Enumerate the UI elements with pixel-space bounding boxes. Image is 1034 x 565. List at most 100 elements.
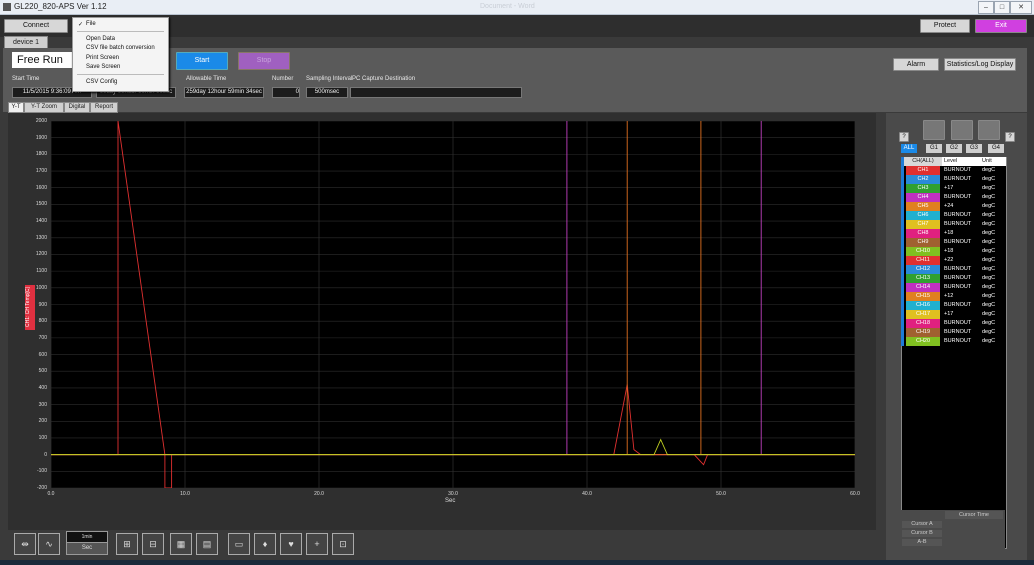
maximize-button[interactable]: □ <box>994 1 1010 14</box>
group-g3-button[interactable]: G3 <box>966 144 982 153</box>
row-unit: degC <box>982 239 996 245</box>
row-channel: CH3 <box>906 184 940 193</box>
group-all-button[interactable]: ALL <box>901 144 917 153</box>
row-channel: CH16 <box>906 301 940 310</box>
row-unit: degC <box>982 203 996 209</box>
row-channel: CH5 <box>906 202 940 211</box>
tab-yt[interactable]: Y-T <box>8 102 24 113</box>
table-row[interactable]: CH14 BURNOUT degC <box>901 283 1005 292</box>
menu-csv-config[interactable]: CSV Config <box>86 79 117 85</box>
group-g2-button[interactable]: G2 <box>946 144 962 153</box>
time-unit-select[interactable]: Sec <box>66 542 108 555</box>
header-unit: Unit <box>980 157 1006 166</box>
scale-expand-icon[interactable]: ⇹ <box>14 533 36 555</box>
y-tick-label: 400 <box>38 384 47 391</box>
capture-destination-field[interactable] <box>350 87 522 98</box>
table-row[interactable]: CH10 +18 degC <box>901 247 1005 256</box>
row-select-swatch <box>901 328 904 337</box>
table-row[interactable]: CH4 BURNOUT degC <box>901 193 1005 202</box>
table-row[interactable]: CH19 BURNOUT degC <box>901 328 1005 337</box>
pin-a-icon[interactable] <box>923 120 945 140</box>
tab-report[interactable]: Report <box>90 102 118 113</box>
waveform-icon[interactable]: ∿ <box>38 533 60 555</box>
file-menu: ✓ File Open Data CSV file batch conversi… <box>72 17 169 92</box>
table-row[interactable]: CH2 BURNOUT degC <box>901 175 1005 184</box>
cursor-a-icon[interactable]: ♦ <box>254 533 276 555</box>
file-menu-check: ✓ <box>78 22 84 28</box>
row-channel: CH14 <box>906 283 940 292</box>
menu-csv-batch[interactable]: CSV file batch conversion <box>86 45 155 51</box>
row-unit: degC <box>982 230 996 236</box>
row-level: BURNOUT <box>944 275 972 281</box>
table-row[interactable]: CH16 BURNOUT degC <box>901 301 1005 310</box>
row-select-swatch <box>901 166 904 175</box>
table-row[interactable]: CH11 +22 degC <box>901 256 1005 265</box>
row-level: BURNOUT <box>944 338 972 344</box>
row-channel: CH13 <box>906 274 940 283</box>
header-swatch <box>901 157 904 166</box>
row-unit: degC <box>982 266 996 272</box>
row-unit: degC <box>982 221 996 227</box>
menu-save-screen[interactable]: Save Screen <box>86 64 120 70</box>
cursor-a-label: Cursor A <box>902 521 942 528</box>
table-row[interactable]: CH5 +24 degC <box>901 202 1005 211</box>
row-channel: CH11 <box>906 256 940 265</box>
table-row[interactable]: CH15 +12 degC <box>901 292 1005 301</box>
zoom-in-icon[interactable]: ⊞ <box>116 533 138 555</box>
tab-yt-zoom[interactable]: Y-T Zoom <box>24 102 64 113</box>
row-level: BURNOUT <box>944 221 972 227</box>
row-level: +24 <box>944 203 954 209</box>
row-level: BURNOUT <box>944 212 972 218</box>
row-select-swatch <box>901 184 904 193</box>
table-row[interactable]: CH13 BURNOUT degC <box>901 274 1005 283</box>
exit-button[interactable]: Exit <box>975 19 1027 33</box>
group-g1-button[interactable]: G1 <box>926 144 942 153</box>
start-button[interactable]: Start <box>176 52 228 70</box>
table-row[interactable]: CH6 BURNOUT degC <box>901 211 1005 220</box>
cursor-b-label: Cursor B <box>902 530 942 537</box>
close-window-button[interactable]: ✕ <box>1010 1 1032 14</box>
marker-icon[interactable]: ⊡ <box>332 533 354 555</box>
minimize-button[interactable]: – <box>978 1 994 14</box>
menu-print-screen[interactable]: Print Screen <box>86 55 119 61</box>
table-row[interactable]: CH12 BURNOUT degC <box>901 265 1005 274</box>
zoom-out-icon[interactable]: ⊟ <box>142 533 164 555</box>
help-icon-right[interactable]: ? <box>1005 132 1015 142</box>
table-row[interactable]: CH7 BURNOUT degC <box>901 220 1005 229</box>
grid-icon[interactable]: ▦ <box>170 533 192 555</box>
yt-chart-plot[interactable] <box>51 121 855 488</box>
table-row[interactable]: CH9 BURNOUT degC <box>901 238 1005 247</box>
cursor-b-icon[interactable]: ♥ <box>280 533 302 555</box>
file-menu-header[interactable]: File <box>86 21 96 27</box>
table-row[interactable]: CH17 +17 degC <box>901 310 1005 319</box>
row-select-swatch <box>901 211 904 220</box>
taskbar <box>0 560 1034 565</box>
row-unit: degC <box>982 248 996 254</box>
pin-ab-icon[interactable] <box>978 120 1000 140</box>
y-tick-label: 100 <box>38 434 47 441</box>
connect-button[interactable]: Connect <box>4 19 68 33</box>
row-level: BURNOUT <box>944 266 972 272</box>
stop-button[interactable]: Stop <box>238 52 290 70</box>
pin-b-icon[interactable] <box>951 120 973 140</box>
tab-digital[interactable]: Digital <box>64 102 90 113</box>
protect-button[interactable]: Protect <box>920 19 970 33</box>
menu-open-data[interactable]: Open Data <box>86 36 115 42</box>
table-row[interactable]: CH1 BURNOUT degC <box>901 166 1005 175</box>
table-row[interactable]: CH20 BURNOUT degC <box>901 337 1005 346</box>
y-tick-label: 1100 <box>36 268 47 275</box>
statistics-log-button[interactable]: Statistics/Log Display <box>944 58 1016 71</box>
table-row[interactable]: CH18 BURNOUT degC <box>901 319 1005 328</box>
crosshair-icon[interactable]: + <box>306 533 328 555</box>
group-g4-button[interactable]: G4 <box>988 144 1004 153</box>
row-channel: CH8 <box>906 229 940 238</box>
row-select-swatch <box>901 229 904 238</box>
alarm-button[interactable]: Alarm <box>893 58 939 71</box>
fit-icon[interactable]: ▤ <box>196 533 218 555</box>
table-row[interactable]: CH8 +18 degC <box>901 229 1005 238</box>
table-row[interactable]: CH3 +17 degC <box>901 184 1005 193</box>
help-icon[interactable]: ? <box>899 132 909 142</box>
display-icon[interactable]: ▭ <box>228 533 250 555</box>
row-channel: CH1 <box>906 166 940 175</box>
y-tick-label: 1600 <box>35 184 47 191</box>
